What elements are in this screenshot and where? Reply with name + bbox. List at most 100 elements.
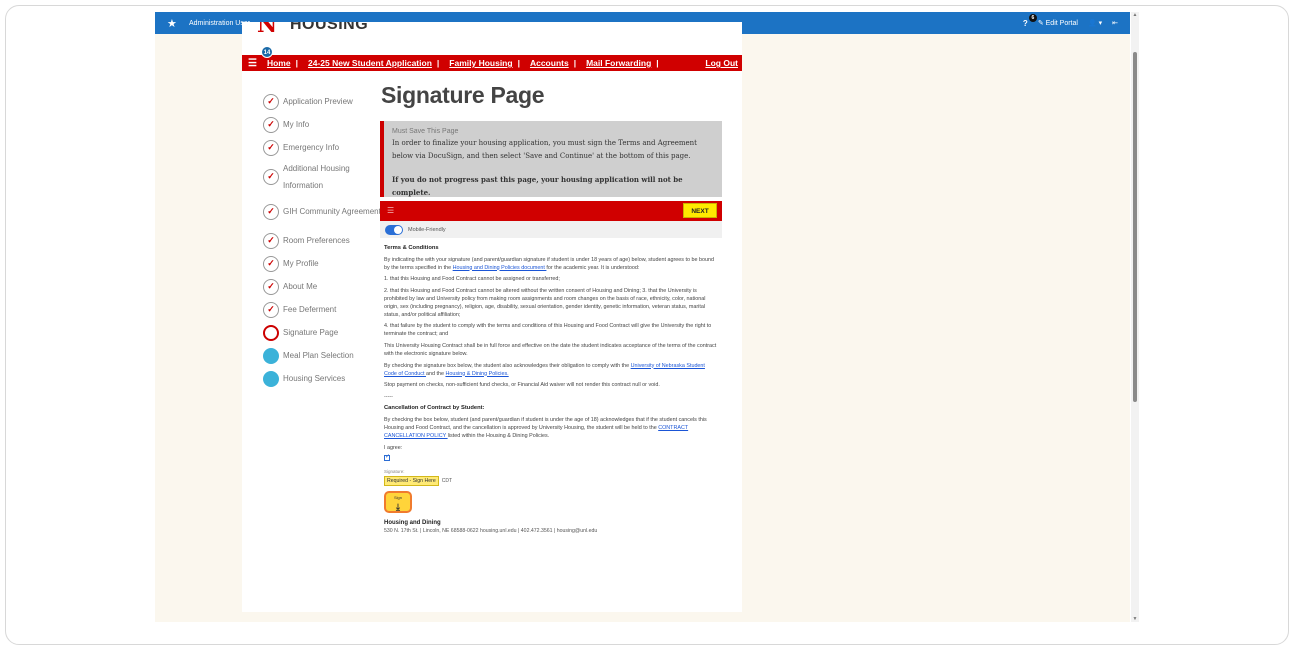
download-arrow-icon: ⤓: [396, 501, 400, 512]
step-label: Housing Services: [283, 374, 346, 383]
nav-separator: |: [436, 58, 440, 68]
scroll-down-icon[interactable]: ▼: [1131, 616, 1139, 622]
docusign-next-button[interactable]: NEXT: [683, 203, 717, 218]
save-alert: Must Save This Page In order to finalize…: [380, 121, 722, 197]
cancellation-paragraph: By checking the box below, student (and …: [384, 416, 718, 440]
application-steps: ✓ Application Preview ✓ My Info ✓ Emergency…: [263, 90, 383, 390]
step-label: Additional Housing Information: [283, 163, 350, 190]
agree-label: I agree:: [384, 444, 403, 451]
upcoming-step-icon: [263, 370, 279, 387]
scroll-up-icon[interactable]: ▲: [1131, 12, 1139, 18]
user-icon: 👤: [1087, 20, 1097, 27]
check-icon: ✓: [263, 232, 279, 249]
step-meal-plan-selection[interactable]: Meal Plan Selection: [263, 344, 383, 367]
housing-dining-policies-link[interactable]: Housing & Dining Policies.: [445, 371, 508, 377]
step-my-profile[interactable]: ✓ My Profile: [263, 252, 383, 275]
step-housing-services[interactable]: Housing Services: [263, 367, 383, 390]
step-about-me[interactable]: ✓ About Me: [263, 275, 383, 298]
step-room-preferences[interactable]: ✓ Room Preferences: [263, 229, 383, 252]
scrollbar-thumb[interactable]: [1133, 52, 1137, 402]
check-icon: ✓: [263, 139, 279, 156]
portal-logo[interactable]: N HOUSING PORTAL: [257, 22, 417, 34]
nav-family-housing[interactable]: Family Housing: [449, 58, 512, 68]
mobile-friendly-bar: Mobile-Friendly: [380, 221, 722, 238]
edit-portal-label: Edit Portal: [1045, 20, 1078, 27]
step-label: Application Preview: [283, 97, 353, 106]
divider-dashes: -----: [384, 393, 393, 400]
terms-effective: This University Housing Contract shall b…: [384, 342, 717, 357]
logo-text: HOUSING PORTAL: [290, 22, 369, 33]
check-icon: ✓: [263, 168, 279, 185]
mobile-friendly-label: Mobile-Friendly: [408, 226, 446, 233]
step-label: Room Preferences: [283, 236, 350, 245]
text: and the: [425, 370, 446, 377]
check-icon: ✓: [263, 278, 279, 295]
nav-new-student-application[interactable]: 24-25 New Student Application: [308, 58, 432, 68]
check-icon: ✓: [263, 93, 279, 110]
logout-link[interactable]: Log Out: [705, 58, 738, 68]
question-icon: ?: [1022, 18, 1028, 28]
alert-heading: Must Save This Page: [392, 128, 459, 135]
step-my-info[interactable]: ✓ My Info: [263, 113, 383, 136]
signature-label: Signature:: [384, 468, 405, 474]
terms-heading: Terms & Conditions: [384, 245, 439, 251]
agree-checkbox[interactable]: [384, 453, 390, 462]
terms-item-1: 1. that this Housing and Food Contract c…: [384, 276, 560, 283]
step-label: My Info: [283, 120, 310, 129]
policies-document-link[interactable]: Housing and Dining Policies document: [453, 265, 547, 271]
hamburger-menu-icon[interactable]: ☰: [248, 58, 257, 69]
step-label: Emergency Info: [283, 143, 340, 152]
check-icon: ✓: [263, 203, 279, 220]
step-label: About Me: [283, 282, 318, 291]
pin-icon[interactable]: ⇤: [1112, 19, 1118, 27]
current-step-icon: [263, 324, 279, 341]
admin-title: Administration User: [189, 19, 251, 27]
step-additional-housing-information[interactable]: ✓ Additional Housing Information: [263, 159, 383, 194]
chevron-down-icon: ▾: [1098, 20, 1103, 27]
page-title: Signature Page: [381, 82, 545, 108]
page-scrollbar[interactable]: ▲ ▼: [1131, 12, 1139, 622]
step-application-preview[interactable]: ✓ Application Preview: [263, 90, 383, 113]
step-label: Meal Plan Selection: [283, 351, 354, 360]
terms-item-2: 2. that this Housing and Food Contract c…: [384, 287, 706, 318]
upcoming-step-icon: [263, 347, 279, 364]
nav-home[interactable]: Home: [267, 58, 291, 68]
nav-mail-forwarding[interactable]: Mail Forwarding: [586, 58, 651, 68]
terms-item-4: 4. that failure by the student to comply…: [384, 323, 712, 338]
terms-stop-payment: Stop payment on checks, non-sufficient f…: [384, 382, 660, 389]
step-label: Signature Page: [283, 328, 339, 337]
terms-code-of-conduct: By checking the signature box below, the…: [384, 362, 718, 378]
star-icon[interactable]: ★: [167, 17, 179, 30]
user-menu-button[interactable]: 👤 ▾: [1088, 19, 1102, 27]
check-icon: ✓: [263, 116, 279, 133]
terms-paragraph-intro: By indicating the with your signature (a…: [384, 256, 718, 272]
step-emergency-info[interactable]: ✓ Emergency Info: [263, 136, 383, 159]
text: listed within the Housing & Dining Polic…: [447, 432, 550, 439]
docusign-menu-icon[interactable]: ☰: [387, 206, 394, 215]
check-icon: ✓: [263, 301, 279, 318]
step-label: Fee Deferment: [283, 305, 337, 314]
alert-warning: If you do not progress past this page, y…: [392, 175, 683, 197]
contract-document: Terms & Conditions By indicating the wit…: [380, 238, 722, 535]
nav-accounts[interactable]: Accounts: [530, 58, 569, 68]
docusign-toolbar: ☰ NEXT: [380, 201, 722, 221]
help-button[interactable]: ? 6: [1022, 13, 1037, 28]
pencil-icon: ✎: [1037, 20, 1044, 27]
mobile-friendly-toggle[interactable]: [385, 224, 403, 235]
nav-separator: |: [573, 58, 577, 68]
step-gih-community-agreement[interactable]: ✓ GIH Community Agreement: [263, 194, 383, 229]
nav-separator: |: [517, 58, 520, 68]
edit-portal-button[interactable]: ✎ Edit Portal: [1038, 19, 1078, 27]
nav-separator: |: [295, 58, 298, 68]
step-fee-deferment[interactable]: ✓ Fee Deferment: [263, 298, 383, 321]
step-signature-page[interactable]: Signature Page: [263, 321, 383, 344]
sign-button[interactable]: Sign ⤓: [384, 490, 412, 513]
required-sign-here-tag[interactable]: Required - Sign Here: [384, 475, 439, 486]
timezone-label: CDT: [441, 477, 453, 484]
notification-badge[interactable]: 14: [261, 46, 273, 58]
footer-heading: Housing and Dining: [384, 519, 441, 526]
footer-address: 530 N. 17th St. | Lincoln, NE 68588-0622…: [384, 527, 598, 534]
sign-label: Sign: [393, 494, 402, 500]
text: By checking the signature box below, the…: [384, 362, 631, 369]
main-nav: ☰ 14 Home | 24-25 New Student Application…: [242, 46, 742, 71]
